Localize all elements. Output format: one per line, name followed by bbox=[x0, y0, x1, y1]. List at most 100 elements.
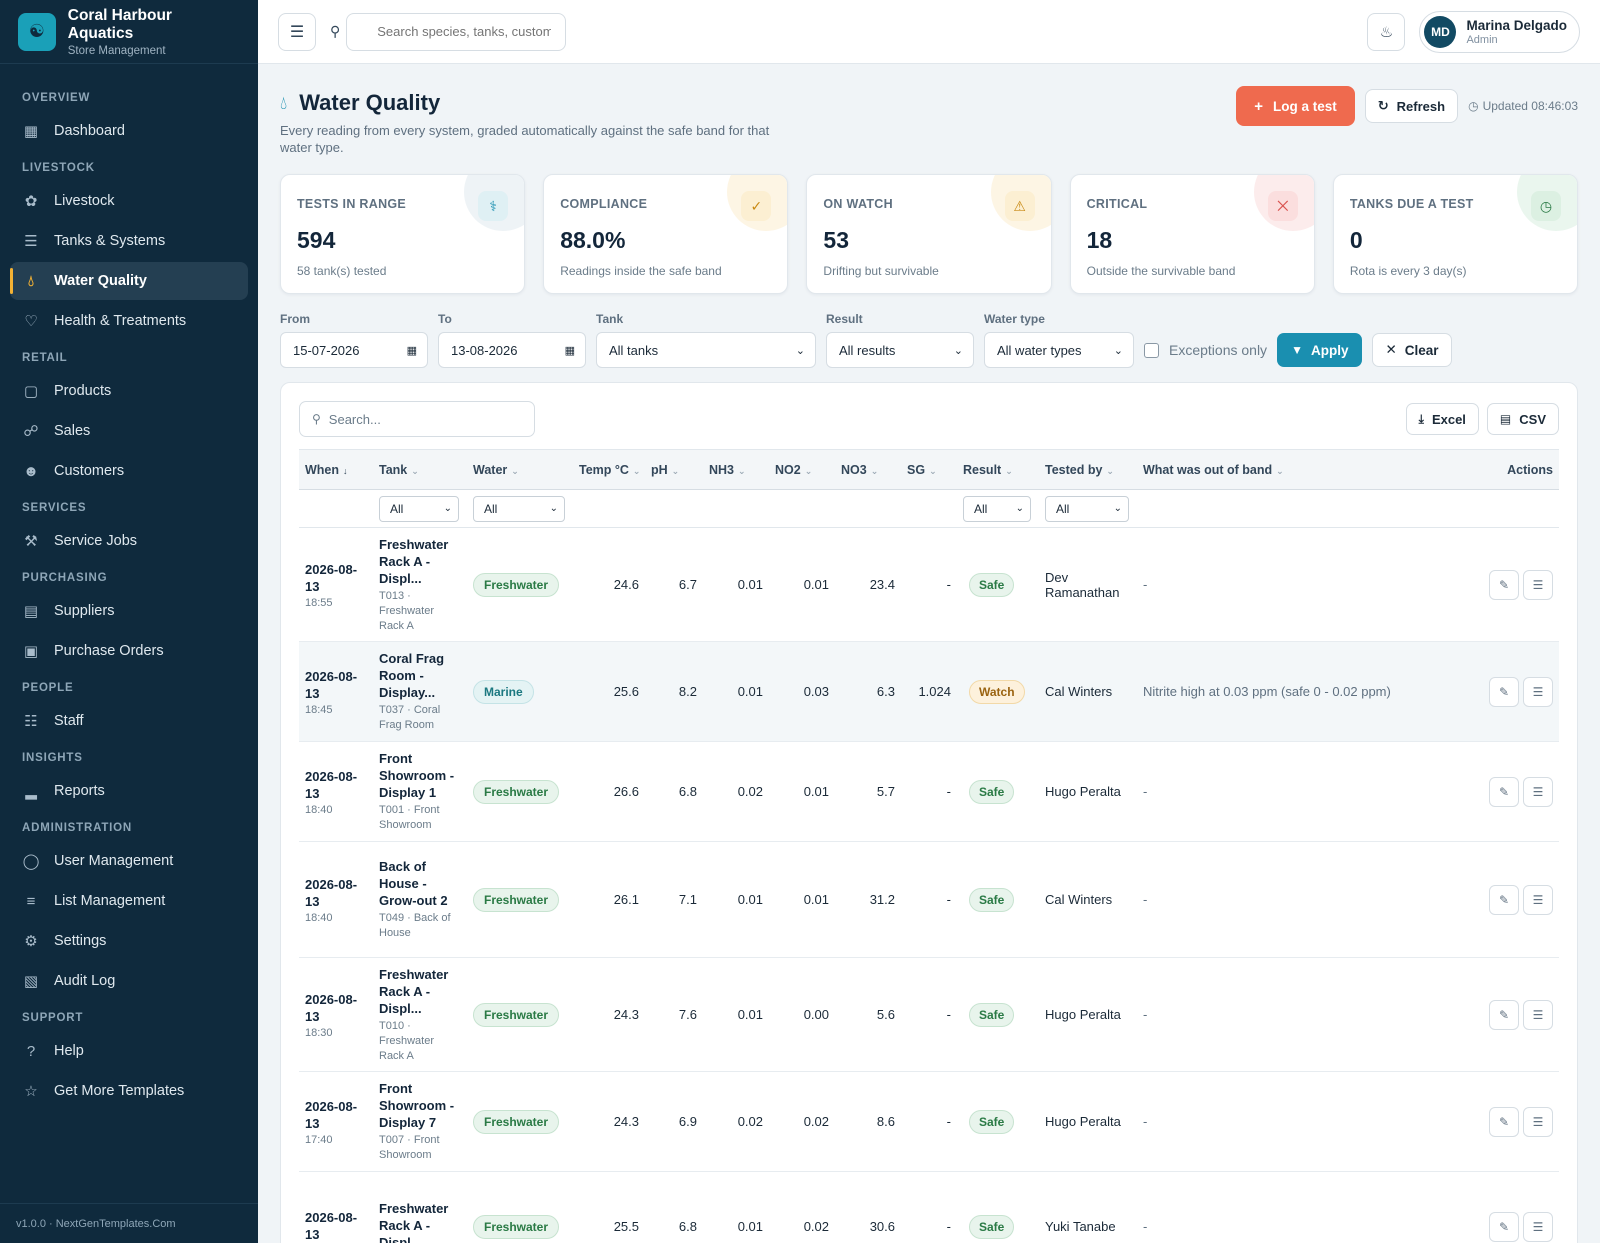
sidebar-item-reports[interactable]: ▂ Reports bbox=[10, 772, 248, 810]
brand[interactable]: ☯ Coral Harbour Aquatics Store Managemen… bbox=[0, 0, 258, 64]
stats-row: ⚕ TESTS IN RANGE 594 58 tank(s) tested ✓… bbox=[280, 174, 1579, 294]
col-out-of-band[interactable]: What was out of band ⌄ bbox=[1137, 449, 1479, 490]
layers-button[interactable]: ☰ bbox=[1523, 776, 1553, 807]
sidebar-item-health[interactable]: ♡ Health & Treatments bbox=[10, 302, 248, 340]
water-column-filter[interactable]: All ⌄ bbox=[473, 495, 565, 522]
sidebar-item-label: User Management bbox=[54, 853, 174, 869]
table-row[interactable]: 2026-08-13 18:40 Front Showroom - Display … bbox=[299, 741, 1559, 842]
stat-value: 18 bbox=[1086, 227, 1113, 253]
stat-sub: Outside the survivable band bbox=[1086, 264, 1236, 278]
sidebar-item-customers[interactable]: ☻ Customers bbox=[10, 452, 248, 490]
grid-icon: ▦ bbox=[23, 123, 39, 140]
col-tank[interactable]: Tank ⌄ bbox=[373, 449, 467, 490]
col-label: When bbox=[305, 462, 340, 477]
col-nh3[interactable]: NH3 ⌄ bbox=[703, 449, 769, 490]
nh3-cell: 0.01 bbox=[703, 641, 769, 742]
sidebar-item-templates[interactable]: ☆ Get More Templates bbox=[10, 1072, 248, 1110]
sidebar-item-suppliers[interactable]: ▤ Suppliers bbox=[10, 592, 248, 630]
tank-name[interactable]: Front Showroom - Display 1 bbox=[379, 750, 461, 801]
sidebar-item-audit-log[interactable]: ▧ Audit Log bbox=[10, 962, 248, 1000]
water-type-select[interactable]: All water types ⌄ bbox=[984, 332, 1134, 368]
notifications-button[interactable]: ♨ bbox=[1367, 12, 1406, 51]
table-row[interactable]: 2026-08-13 18:55 Freshwater Rack A - Displ… bbox=[299, 527, 1559, 642]
apply-button[interactable]: ▼ Apply bbox=[1277, 333, 1363, 367]
exceptions-only-toggle[interactable]: Exceptions only bbox=[1144, 332, 1267, 368]
nh3-cell: 0.02 bbox=[703, 741, 769, 842]
tank-select[interactable]: All tanks ⌄ bbox=[596, 332, 816, 368]
from-date-input[interactable]: 15-07-2026 ▦ bbox=[280, 332, 428, 368]
to-date-input[interactable]: 13-08-2026 ▦ bbox=[438, 332, 586, 368]
layers-button[interactable]: ☰ bbox=[1523, 1106, 1553, 1137]
refresh-button[interactable]: ↻ Refresh bbox=[1364, 89, 1459, 123]
sidebar-item-service-jobs[interactable]: ⚒ Service Jobs bbox=[10, 522, 248, 560]
table-search-input[interactable]: ⚲ Search... bbox=[299, 401, 535, 437]
edit-button[interactable]: ✎ bbox=[1489, 884, 1519, 915]
tested-by-cell: Cal Winters bbox=[1039, 841, 1137, 958]
col-ph[interactable]: pH ⌄ bbox=[645, 449, 703, 490]
layers-button[interactable]: ☰ bbox=[1523, 676, 1553, 707]
sidebar-item-list-management[interactable]: ≡ List Management bbox=[10, 882, 248, 920]
user-menu[interactable]: MD Marina Delgado Admin bbox=[1419, 10, 1580, 53]
edit-button[interactable]: ✎ bbox=[1489, 776, 1519, 807]
edit-button[interactable]: ✎ bbox=[1489, 999, 1519, 1030]
tank-name[interactable]: Freshwater Rack A - Displ... bbox=[379, 966, 461, 1017]
col-no2[interactable]: NO2 ⌄ bbox=[769, 449, 835, 490]
layers-button[interactable]: ☰ bbox=[1523, 884, 1553, 915]
no3-cell: 8.6 bbox=[835, 1071, 901, 1172]
sidebar-item-help[interactable]: ? Help bbox=[10, 1032, 248, 1070]
tank-name[interactable]: Back of House - Grow-out 2 bbox=[379, 858, 461, 909]
sidebar-item-purchase-orders[interactable]: ▣ Purchase Orders bbox=[10, 632, 248, 670]
exceptions-checkbox[interactable] bbox=[1144, 342, 1159, 358]
actions-cell: ✎ ☰ bbox=[1479, 1071, 1559, 1172]
table-row[interactable]: 2026-08-13 Freshwater Rack A - Displ... Fr… bbox=[299, 1171, 1559, 1243]
sidebar-item-user-management[interactable]: ◯ User Management bbox=[10, 842, 248, 880]
edit-button[interactable]: ✎ bbox=[1489, 569, 1519, 600]
log-test-button[interactable]: + Log a test bbox=[1236, 86, 1355, 126]
table-row[interactable]: 2026-08-13 18:30 Freshwater Rack A - Displ… bbox=[299, 957, 1559, 1072]
global-search-input[interactable] bbox=[346, 12, 567, 51]
col-when[interactable]: When ↓ bbox=[299, 449, 373, 490]
edit-button[interactable]: ✎ bbox=[1489, 1211, 1519, 1242]
sidebar-item-settings[interactable]: ⚙ Settings bbox=[10, 922, 248, 960]
tank-name[interactable]: Freshwater Rack A - Displ... bbox=[379, 536, 461, 587]
main-content: 💧︎ Water Quality Every reading from ever… bbox=[258, 64, 1600, 1243]
sidebar-item-tanks[interactable]: ☰ Tanks & Systems bbox=[10, 222, 248, 260]
sg-cell: - bbox=[901, 741, 957, 842]
excel-export-button[interactable]: ⤓ Excel bbox=[1405, 403, 1479, 435]
layers-button[interactable]: ☰ bbox=[1523, 999, 1553, 1030]
col-sg[interactable]: SG ⌄ bbox=[901, 449, 957, 490]
clear-button[interactable]: ✕ Clear bbox=[1372, 333, 1452, 367]
sidebar-item-dashboard[interactable]: ▦ Dashboard bbox=[10, 112, 248, 150]
csv-export-button[interactable]: ▤ CSV bbox=[1486, 403, 1559, 435]
sidebar-item-livestock[interactable]: ✿ Livestock bbox=[10, 182, 248, 220]
sidebar-item-label: Products bbox=[54, 383, 112, 399]
col-water[interactable]: Water ⌄ bbox=[467, 449, 573, 490]
result-select[interactable]: All results ⌄ bbox=[826, 332, 974, 368]
layers-button[interactable]: ☰ bbox=[1523, 569, 1553, 600]
sidebar-item-water-quality[interactable]: 💧︎ Water Quality bbox=[10, 262, 248, 300]
table-row[interactable]: 2026-08-13 17:40 Front Showroom - Display … bbox=[299, 1071, 1559, 1172]
col-temp[interactable]: Temp °C ⌄ bbox=[573, 449, 645, 490]
tank-name[interactable]: Coral Frag Room - Display... bbox=[379, 650, 461, 701]
sidebar-item-sales[interactable]: ☍ Sales bbox=[10, 412, 248, 450]
col-tested-by[interactable]: Tested by ⌄ bbox=[1039, 449, 1137, 490]
table-row[interactable]: 2026-08-13 18:40 Back of House - Grow-out … bbox=[299, 841, 1559, 958]
when-cell: 2026-08-13 18:55 bbox=[299, 527, 373, 642]
result-column-filter[interactable]: All ⌄ bbox=[963, 495, 1031, 522]
sidebar-item-staff[interactable]: ☷ Staff bbox=[10, 702, 248, 740]
layers-button[interactable]: ☰ bbox=[1523, 1211, 1553, 1242]
tested-by-column-filter[interactable]: All ⌄ bbox=[1045, 495, 1129, 522]
menu-toggle-button[interactable]: ☰ bbox=[278, 12, 316, 51]
sort-icon: ⌄ bbox=[1106, 465, 1114, 476]
edit-button[interactable]: ✎ bbox=[1489, 1106, 1519, 1137]
tank-name[interactable]: Front Showroom - Display 7 bbox=[379, 1080, 461, 1131]
table-row[interactable]: 2026-08-13 18:45 Coral Frag Room - Display… bbox=[299, 641, 1559, 742]
tank-location: T007 · Front Showroom bbox=[379, 1134, 440, 1161]
sidebar-item-products[interactable]: ▢ Products bbox=[10, 372, 248, 410]
col-result[interactable]: Result ⌄ bbox=[957, 449, 1039, 490]
edit-button[interactable]: ✎ bbox=[1489, 676, 1519, 707]
tank-column-filter[interactable]: All ⌄ bbox=[379, 495, 459, 522]
col-no3[interactable]: NO3 ⌄ bbox=[835, 449, 901, 490]
tank-name[interactable]: Freshwater Rack A - Displ... bbox=[379, 1200, 461, 1243]
col-label: pH bbox=[651, 462, 668, 477]
